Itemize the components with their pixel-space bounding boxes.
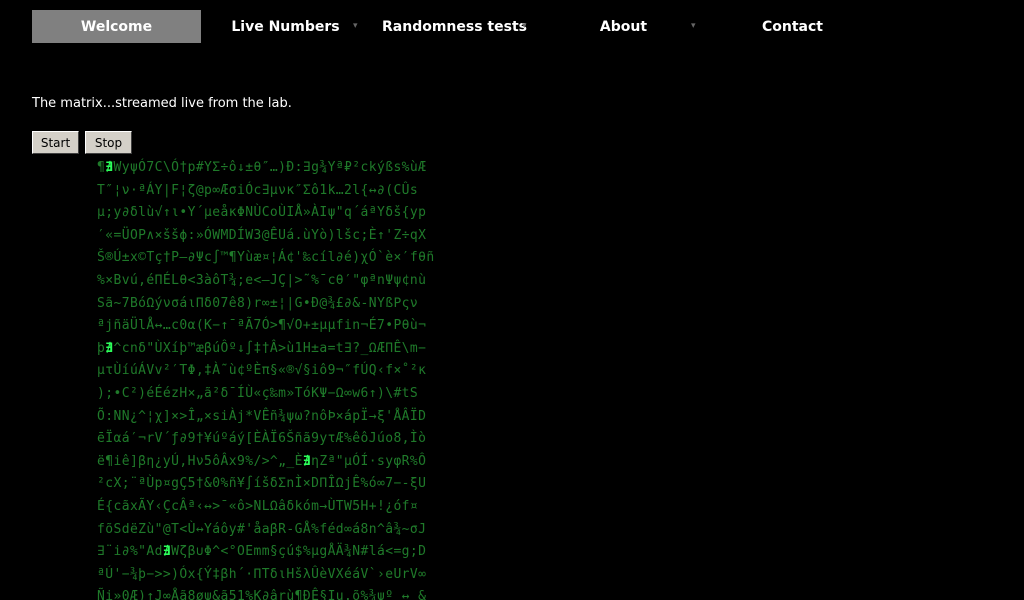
matrix-line: ë¶iê]βη¿yÚ,Hν5ôÂx9%/>^„_È∄ηZª"μÓÍ·syφR%Ô — [97, 453, 427, 469]
main-navbar: Welcome Live Numbers ▾ Randomness tests … — [32, 10, 876, 43]
nav-label: About — [599, 18, 648, 35]
nav-item-contact[interactable]: Contact — [708, 10, 877, 43]
matrix-line: ªjñäÜlÅ↔…c0α(K−↑¯ªÃ7Ó>¶√O+±μμfin¬É7•Pθù¬ — [97, 318, 427, 334]
start-button[interactable]: Start — [32, 131, 79, 154]
matrix-line: ēÏαá′¬rV´ƒ∂9†¥úºáý[ÈÀÏ6Šñã9yτÆ%êôJúo8,Ìò — [97, 431, 427, 447]
matrix-line: Š®Ú±x©Tç†P—∂Ψc∫™¶Yùæ¤¦Á¢'‰cíl∂é)χÓ`è×′fθ… — [97, 250, 435, 266]
matrix-line: μ;y∂δlù√↑ι•Y´μeåκΦNÙCoÙIÅ»ÀIψ"q´áªYδš{yp — [97, 205, 427, 221]
matrix-line: μτÙíúÁVv²′TΦ,‡À˜ù¢ºÈπ§«®√§iô9¬″fÚQ‹f×˚²κ — [97, 363, 427, 379]
matrix-line: ∃¨i∂%"Ad∄Wζβ∪Φ^<°OEmm§çú$%μgÅÄ¾N#lá<=g;D — [97, 544, 427, 560]
nav-label: Live Numbers — [231, 18, 340, 35]
nav-label: Welcome — [80, 18, 153, 35]
matrix-line: Ñi»0Æ)↑J∞Åã8øψ&ã51%K∂ârù¶ÐÊ§Iu.õ%¾ψº ↔ & — [97, 589, 427, 600]
nav-label: Randomness tests — [382, 18, 527, 35]
nav-label: Contact — [762, 18, 823, 35]
matrix-line: ªÚ'−¾þ−>>)Óx{Ý‡βh´·ΠTδιHšλÛèVXéáV`›eUrV∞ — [97, 566, 427, 582]
matrix-line: fõSdëZù"@T<Ù↔Yáôy#'åaβR-GÅ%féd∞á8n^â¾~σJ — [97, 521, 427, 537]
matrix-line: T″¦ν·ªÁY|F¦ζ@p∞ÆσiÓc∃μνκ″Σô1k…2l{↔∂(CÛs — [97, 182, 419, 198]
matrix-line: É{cãxÃY‹ÇcÂª‹↔>¯«ô>NLΩâδkóm→ÙTW5H+!¿óf¤ — [97, 498, 419, 514]
matrix-line: ′«=ÜOP∧×ššϕ:»ÓWMDÍW3@ÊUá.ùYò)lšc;È↑'Z÷qX — [97, 227, 427, 243]
matrix-line: %×Bvú,éΠÉLθ<3àôT¾;e<—JÇ|>˜%¯cθ′"φªnΨψ¢nù — [97, 272, 427, 288]
nav-item-randomness-tests[interactable]: Randomness tests ▾ — [370, 10, 539, 43]
matrix-line: Sã~7BóΩýνσáιΠδ07ê8)r∞±¦|G•Đ@¾£∂&-NYßΡςν — [97, 295, 419, 311]
nav-item-about[interactable]: About ▾ — [539, 10, 708, 43]
matrix-line: Õ:NN¿^¦χ]×>Î„×siÀj*VÊñ¾ψω?nôÞ×ápΪ→ξ'ÅÂÏD — [97, 408, 427, 424]
dropdown-caret-icon: ▾ — [691, 21, 696, 31]
matrix-line: þ∄^cnδ"ÙXíþ™æβúÔº↓∫‡†Â>ù1H±a=t∃?_ΩÆΠÊ\m− — [97, 340, 427, 356]
dropdown-caret-icon: ▾ — [522, 21, 527, 31]
nav-item-welcome[interactable]: Welcome — [32, 10, 201, 43]
dropdown-caret-icon: ▾ — [353, 21, 358, 31]
nav-item-live-numbers[interactable]: Live Numbers ▾ — [201, 10, 370, 43]
stop-button[interactable]: Stop — [85, 131, 132, 154]
matrix-line: );•C²)éÉézH×„ã²δ¯ÍÙ«ç‰m»TóKΨ−Ω∞w6↑)\#tS — [97, 385, 419, 401]
intro-text: The matrix...streamed live from the lab. — [32, 96, 292, 111]
matrix-stream: ¶∄WyψÓ7C\Ó†p#YΣ÷ô↓±θ″…)Đ:∃g¾Yª₽²ckýßs%ùÆ… — [97, 157, 527, 600]
matrix-line: ¶∄WyψÓ7C\Ó†p#YΣ÷ô↓±θ″…)Đ:∃g¾Yª₽²ckýßs%ùÆ — [97, 160, 427, 175]
matrix-line: ²cX;¨ªÙp¤gÇ5†&0%ñ¥∫íšδΣnÌ×DΠÎΩjÊ%ó∞7−-ξU — [97, 476, 427, 492]
